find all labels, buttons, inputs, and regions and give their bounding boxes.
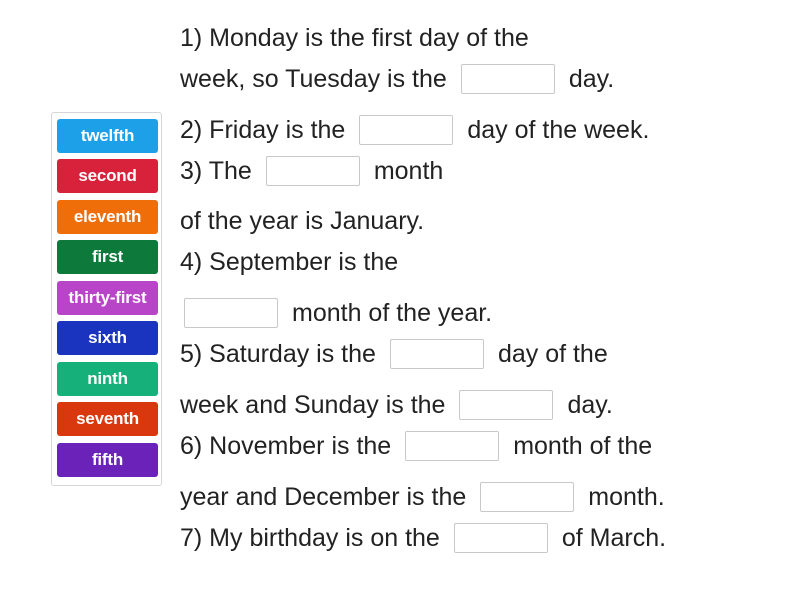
- word-tile-seventh[interactable]: seventh: [57, 402, 158, 436]
- word-tile-fifth[interactable]: fifth: [57, 443, 158, 477]
- sentence-line: 4) September is the: [180, 245, 398, 279]
- sentence-line: 6) November is the month of the: [180, 429, 652, 463]
- sentence-text: 2) Friday is the: [180, 115, 346, 144]
- sentence-text: of the year is January.: [180, 206, 425, 235]
- sentence-line: 1) Monday is the first day of the: [180, 21, 529, 55]
- sentence-line: 2) Friday is the day of the week.: [180, 113, 649, 147]
- sentence-text: year and December is the: [180, 482, 467, 511]
- word-tile-eleventh[interactable]: eleventh: [57, 200, 158, 234]
- word-bank: twelfth second eleventh first thirty-fir…: [51, 112, 162, 486]
- answer-blank-9[interactable]: [453, 523, 548, 553]
- word-tile-ninth[interactable]: ninth: [57, 362, 158, 396]
- sentence-text: month: [373, 156, 444, 185]
- answer-blank-2[interactable]: [359, 115, 454, 145]
- sentence-text: 5) Saturday is the: [180, 339, 376, 368]
- sentence-text: month.: [588, 482, 665, 511]
- answer-blank-4[interactable]: [184, 298, 278, 328]
- sentence-text: day of the: [497, 339, 608, 368]
- sentence-line: month of the year.: [180, 296, 492, 330]
- word-tile-sixth[interactable]: sixth: [57, 321, 158, 355]
- sentence-text: of March.: [561, 523, 667, 552]
- sentence-text: day.: [567, 390, 613, 419]
- sentence-line: week and Sunday is the day.: [180, 388, 613, 422]
- sentence-text: week, so Tuesday is the: [180, 64, 447, 93]
- sentence-text: 3) The: [180, 156, 252, 185]
- sentence-text: day.: [568, 64, 615, 93]
- word-tile-thirty-first[interactable]: thirty-first: [57, 281, 158, 315]
- word-tile-second[interactable]: second: [57, 159, 158, 193]
- sentence-line: 7) My birthday is on the of March.: [180, 521, 666, 555]
- sentence-text: week and Sunday is the: [180, 390, 446, 419]
- answer-blank-6[interactable]: [459, 390, 554, 420]
- answer-blank-1[interactable]: [460, 64, 555, 94]
- sentence-text: 1) Monday is the first day of the: [180, 23, 529, 52]
- word-tile-twelfth[interactable]: twelfth: [57, 119, 158, 153]
- sentence-line: of the year is January.: [180, 204, 424, 238]
- sentence-text: day of the week.: [467, 115, 650, 144]
- sentence-line: 3) The month: [180, 154, 443, 188]
- sentence-line: 5) Saturday is the day of the: [180, 337, 608, 371]
- answer-blank-7[interactable]: [405, 431, 500, 461]
- sentence-text: month of the year.: [292, 298, 493, 327]
- sentence-line: week, so Tuesday is the day.: [180, 62, 614, 96]
- answer-blank-8[interactable]: [480, 482, 575, 512]
- sentence-text: month of the: [513, 431, 653, 460]
- sentence-text: 7) My birthday is on the: [180, 523, 440, 552]
- word-tile-first[interactable]: first: [57, 240, 158, 274]
- answer-blank-5[interactable]: [389, 339, 484, 369]
- sentence-text: 6) November is the: [180, 431, 392, 460]
- sentence-line: year and December is the month.: [180, 480, 665, 514]
- answer-blank-3[interactable]: [265, 156, 360, 186]
- sentence-text: 4) September is the: [180, 247, 399, 276]
